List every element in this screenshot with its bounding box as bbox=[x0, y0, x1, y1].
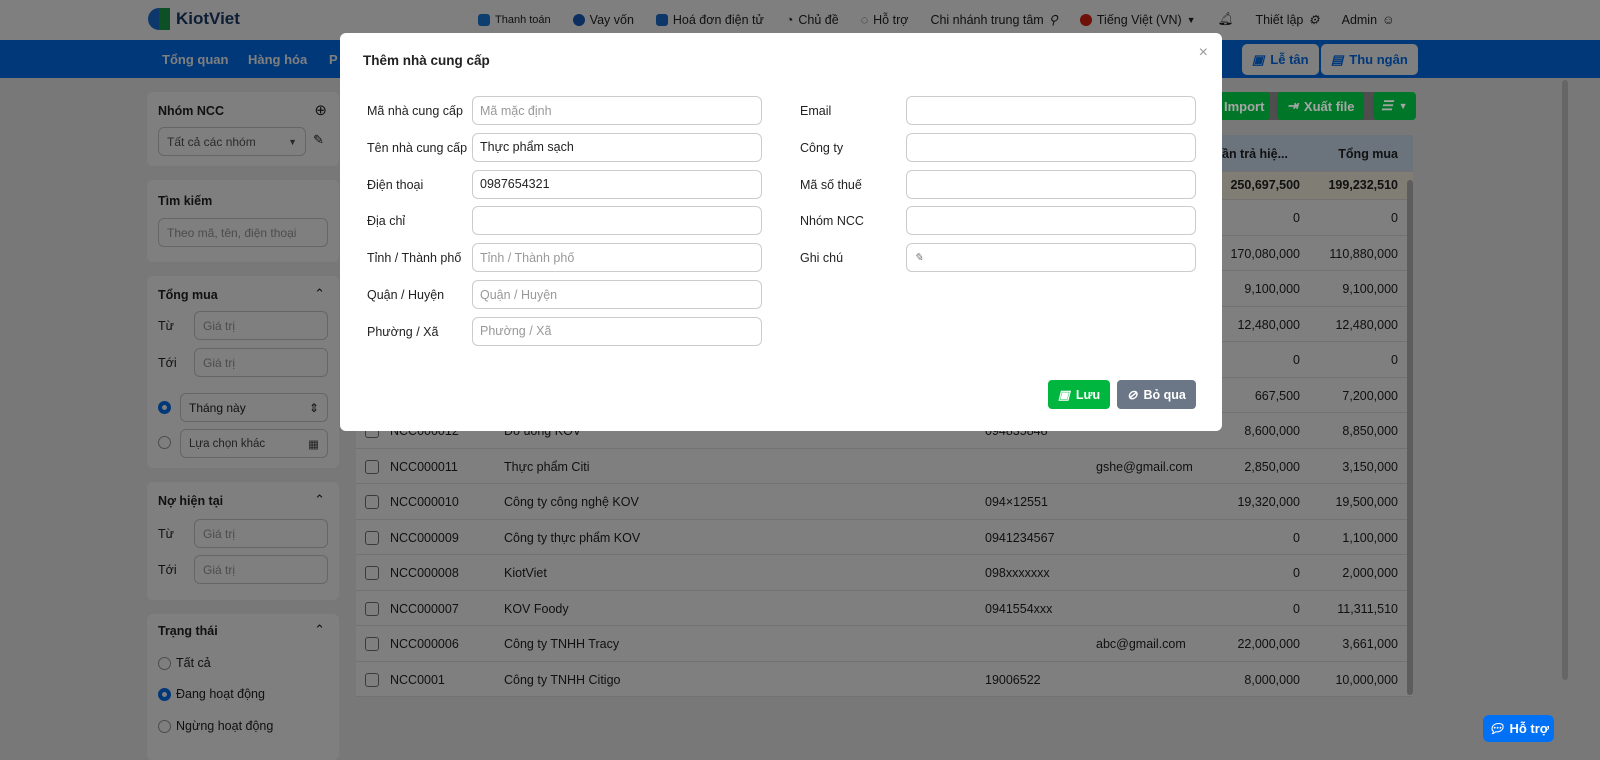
field-label: Tỉnh / Thành phố bbox=[367, 251, 462, 266]
chat-bubble-icon: 💬︎ bbox=[1487, 720, 1505, 736]
floppy-disk-icon: ▣ bbox=[1058, 388, 1070, 402]
field-label: Phường / Xã bbox=[367, 324, 439, 339]
pencil-icon: ✎ bbox=[914, 252, 924, 265]
field-label: Quận / Huyện bbox=[367, 288, 445, 302]
supplier-field-input[interactable] bbox=[906, 96, 1196, 125]
supplier-field-input[interactable]: ✎ bbox=[906, 243, 1196, 273]
column-toggle-button[interactable]: ☰ ▼ bbox=[1373, 92, 1416, 120]
supplier-field-input[interactable]: Phường / Xã bbox=[472, 316, 762, 346]
list-icon: ☰ bbox=[1381, 98, 1393, 113]
ban-icon: ⊘ bbox=[1127, 388, 1138, 402]
export-button[interactable]: ⇥ Xuất file bbox=[1277, 92, 1365, 120]
supplier-field-input[interactable] bbox=[906, 206, 1196, 236]
add-supplier-modal: Thêm nhà cung cấp × Mã nhà cung cấp Mã mặ… bbox=[340, 33, 1222, 431]
cancel-button[interactable]: ⊘ Bỏ qua bbox=[1117, 380, 1196, 409]
supplier-field-input[interactable]: Thực phẩm sạch bbox=[472, 132, 762, 162]
close-icon[interactable]: × bbox=[1199, 44, 1208, 62]
field-label: Nhóm NCC bbox=[800, 214, 864, 229]
field-label: Điện thoại bbox=[367, 177, 424, 192]
field-label: Địa chỉ bbox=[367, 214, 406, 229]
save-button[interactable]: ▣ Lưu bbox=[1048, 380, 1111, 409]
export-file-icon: ⇥ bbox=[1287, 98, 1298, 113]
save-label: Lưu bbox=[1075, 387, 1101, 402]
import-label: Import bbox=[1224, 98, 1265, 114]
help-label: Hỗ trợ bbox=[1509, 721, 1550, 736]
field-label: Công ty bbox=[800, 140, 844, 155]
cancel-label: Bỏ qua bbox=[1143, 387, 1186, 402]
field-label: Ghi chú bbox=[800, 251, 844, 266]
supplier-field-input[interactable]: 0987654321 bbox=[472, 169, 762, 199]
field-label: Email bbox=[800, 104, 832, 118]
field-label: Mã nhà cung cấp bbox=[367, 104, 463, 118]
supplier-field-input[interactable] bbox=[472, 206, 762, 236]
field-label: Tên nhà cung cấp bbox=[367, 140, 468, 155]
caret-down-icon: ▼ bbox=[1398, 101, 1408, 111]
field-label: Mã số thuế bbox=[800, 177, 862, 192]
modal-title: Thêm nhà cung cấp bbox=[363, 53, 490, 68]
supplier-field-input[interactable]: Mã mặc định bbox=[472, 96, 762, 125]
help-button[interactable]: 💬︎ Hỗ trợ bbox=[1483, 715, 1554, 742]
supplier-field-input[interactable] bbox=[906, 169, 1196, 199]
supplier-field-input[interactable]: Quận / Huyện bbox=[472, 280, 762, 309]
supplier-field-input[interactable] bbox=[906, 132, 1196, 162]
export-label: Xuất file bbox=[1303, 98, 1355, 114]
import-button[interactable]: Import bbox=[1216, 92, 1271, 120]
supplier-field-input[interactable]: Tỉnh / Thành phố bbox=[472, 243, 762, 273]
